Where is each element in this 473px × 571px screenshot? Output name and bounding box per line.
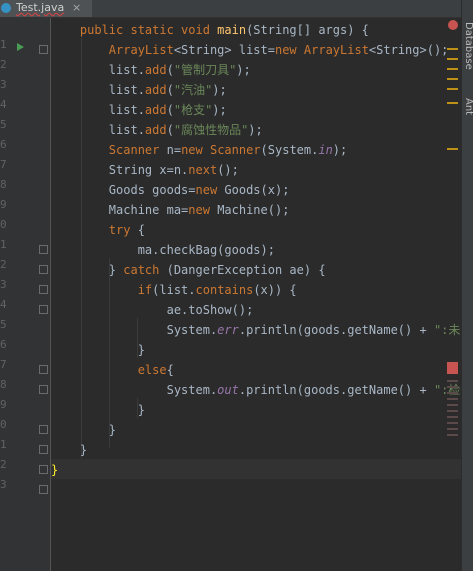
info-marker[interactable] [447, 386, 458, 388]
info-marker[interactable] [447, 380, 458, 382]
fold-marker-icon[interactable] [39, 265, 48, 274]
line-number: 3 [0, 278, 7, 291]
info-marker[interactable] [447, 422, 458, 424]
code-line: ArrayList<String> list=new ArrayList<Str… [108, 43, 449, 57]
line-number: 7 [0, 158, 7, 171]
line-number: 3 [0, 478, 7, 491]
error-indicator-icon[interactable] [448, 20, 458, 30]
tab-label: Test.java [16, 1, 65, 14]
line-number: 1 [0, 438, 7, 451]
warning-marker[interactable] [447, 58, 458, 60]
code-line: } [51, 403, 145, 417]
code-line: ma.checkBag(goods); [51, 243, 275, 257]
fold-marker-icon[interactable] [39, 465, 48, 474]
info-marker[interactable] [447, 404, 458, 406]
code-line: try { [51, 223, 145, 237]
caret-line-highlight [51, 459, 461, 479]
line-number: 1 [0, 38, 7, 51]
line-number: 8 [0, 178, 7, 191]
info-marker[interactable] [447, 398, 458, 400]
line-number: 4 [0, 298, 7, 311]
warning-marker[interactable] [447, 78, 458, 80]
warning-marker[interactable] [447, 88, 458, 90]
code-line: list.add("腐蚀性物品"); [51, 123, 263, 137]
code-line: String x=n.next(); [51, 163, 239, 177]
fold-marker-icon[interactable] [39, 365, 48, 374]
fold-marker-icon[interactable] [39, 285, 48, 294]
fold-marker-icon[interactable] [39, 445, 48, 454]
code-line: System.err.println(goods.getName() + ":未… [51, 323, 461, 337]
info-marker[interactable] [447, 428, 458, 430]
code-line: } catch (DangerException ae) { [51, 263, 326, 277]
code-line: } [51, 443, 88, 457]
fold-marker-icon[interactable] [39, 245, 48, 254]
code-line: ae.toShow(); [51, 303, 254, 317]
fold-marker-icon[interactable] [39, 385, 48, 394]
info-marker[interactable] [447, 416, 458, 418]
line-number: 0 [0, 218, 7, 231]
code-line: } [51, 343, 145, 357]
code-editor[interactable]: public static void main(String[] args) {… [51, 18, 461, 571]
line-number: 2 [0, 258, 7, 271]
line-number: 9 [0, 398, 7, 411]
code-line: System.out.println(goods.getName() + ":检… [51, 383, 461, 397]
right-tool-stripe: Database Ant [461, 0, 473, 571]
code-line: if(list.contains(x)) { [51, 283, 297, 297]
code-line: list.add("汽油"); [51, 83, 227, 97]
line-number: 5 [0, 318, 7, 331]
code-line: list.add("管制刀具"); [51, 63, 251, 77]
fold-marker-icon[interactable] [39, 485, 48, 494]
fold-marker-icon[interactable] [39, 305, 48, 314]
code-line: Goods goods=new Goods(x); [51, 183, 290, 197]
warning-marker[interactable] [447, 48, 458, 50]
code-line: } [51, 463, 59, 477]
info-marker[interactable] [447, 392, 458, 394]
line-gutter[interactable]: 1 2 3 4 5 6 7 8 9 0 1 2 3 4 5 6 7 8 9 0 … [0, 18, 51, 571]
fold-marker-icon[interactable] [39, 45, 48, 54]
line-number: 9 [0, 198, 7, 211]
editor-tab-bar: Test.java × [0, 0, 461, 18]
java-class-icon [1, 3, 11, 13]
code-line: list.add("枪支"); [51, 103, 227, 117]
tool-window-ant[interactable]: Ant [463, 98, 473, 115]
line-number: 2 [0, 58, 7, 71]
line-number: 2 [0, 458, 7, 471]
line-number: 3 [0, 78, 7, 91]
code-line: Machine ma=new Machine(); [51, 203, 290, 217]
line-number: 6 [0, 138, 7, 151]
error-marker[interactable] [447, 362, 458, 374]
line-number: 6 [0, 338, 7, 351]
tab-close-icon[interactable]: × [72, 1, 81, 14]
warning-marker[interactable] [447, 102, 458, 104]
fold-marker-icon[interactable] [39, 425, 48, 434]
tool-window-database[interactable]: Database [463, 22, 473, 70]
code-line: public static void main(String[] args) { [51, 23, 369, 37]
info-marker[interactable] [447, 434, 458, 436]
code-line: Scanner n=new Scanner(System.in); [108, 143, 348, 157]
warning-marker[interactable] [447, 148, 458, 150]
info-marker[interactable] [447, 410, 458, 412]
line-number: 4 [0, 98, 7, 111]
run-icon[interactable] [17, 43, 24, 51]
warning-marker[interactable] [447, 68, 458, 70]
line-number: 1 [0, 238, 7, 251]
line-number: 8 [0, 378, 7, 391]
line-number: 0 [0, 418, 7, 431]
line-number: 7 [0, 358, 7, 371]
code-line: } [51, 423, 117, 437]
tab-test-java[interactable]: Test.java × [0, 0, 92, 17]
code-line: else{ [51, 363, 174, 377]
line-number: 5 [0, 118, 7, 131]
